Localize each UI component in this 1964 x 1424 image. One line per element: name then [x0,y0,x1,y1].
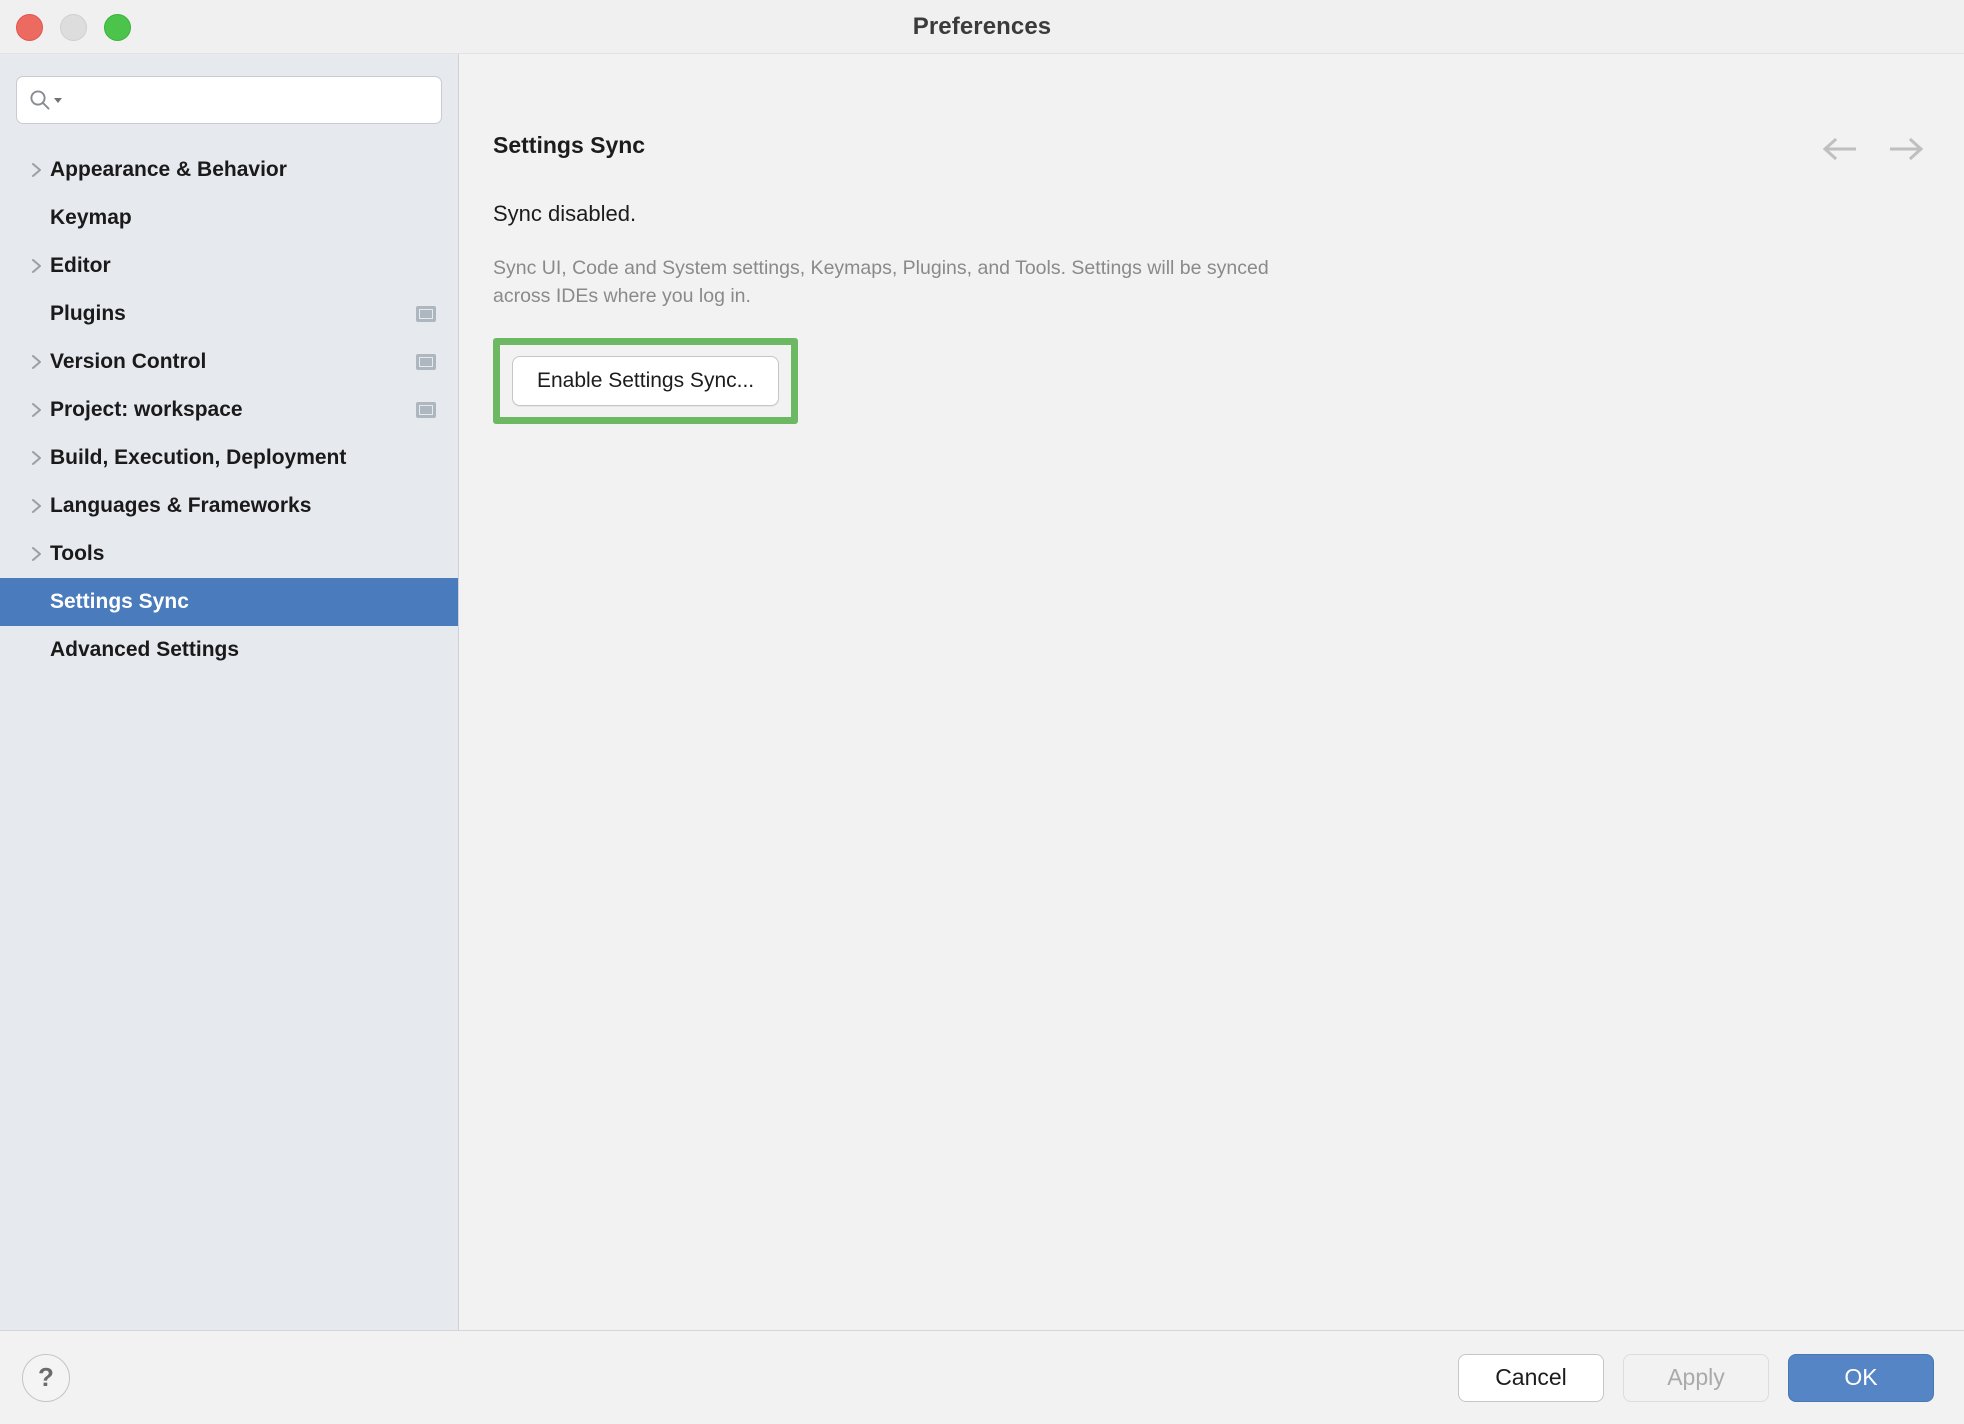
search-icon [29,89,63,111]
sidebar-item-label: Keymap [50,206,132,229]
sync-status-text: Sync disabled. [493,201,637,226]
search-wrapper [0,76,458,124]
chevron-right-icon[interactable] [24,545,50,563]
sidebar-item-project-workspace[interactable]: Project: workspace [0,386,458,434]
project-scope-icon [416,354,436,370]
settings-sidebar: Appearance & Behavior Keymap Editor Plug… [0,54,459,1330]
sidebar-item-version-control[interactable]: Version Control [0,338,458,386]
settings-tree: Appearance & Behavior Keymap Editor Plug… [0,146,458,674]
minimize-window-icon[interactable] [60,13,87,41]
sidebar-item-label: Project: workspace [50,398,243,421]
sidebar-item-label: Plugins [50,302,126,325]
sidebar-item-tools[interactable]: Tools [0,530,458,578]
sidebar-item-appearance-behavior[interactable]: Appearance & Behavior [0,146,458,194]
sidebar-item-plugins[interactable]: Plugins [0,290,458,338]
body-split: Appearance & Behavior Keymap Editor Plug… [0,54,1964,1331]
forward-arrow-icon[interactable] [1888,136,1926,167]
content-header: Settings Sync [493,132,1964,159]
sidebar-item-label: Appearance & Behavior [50,158,287,181]
sidebar-item-settings-sync[interactable]: Settings Sync [0,578,458,626]
footer-button-group: Cancel Apply OK [1458,1353,1934,1402]
project-scope-icon [416,306,436,322]
back-arrow-icon[interactable] [1820,136,1858,167]
apply-button[interactable]: Apply [1623,1353,1769,1402]
search-input[interactable] [69,89,429,111]
settings-detail-pane: Settings Sync Sync disabled. Sync UI, Co… [459,54,1964,1330]
title-bar: Preferences [0,0,1964,54]
sidebar-item-label: Advanced Settings [50,638,240,661]
chevron-right-icon[interactable] [24,449,50,467]
sidebar-item-keymap[interactable]: Keymap [0,194,458,242]
sidebar-item-languages-frameworks[interactable]: Languages & Frameworks [0,482,458,530]
sidebar-item-label: Version Control [50,350,207,373]
sidebar-item-build-execution-deployment[interactable]: Build, Execution, Deployment [0,434,458,482]
window-title: Preferences [912,12,1052,40]
help-button[interactable]: ? [22,1353,70,1402]
sync-description-text: Sync UI, Code and System settings, Keyma… [493,257,1269,307]
navigation-arrows [1820,136,1926,167]
traffic-light-group [16,0,131,54]
ok-button[interactable]: OK [1788,1353,1934,1402]
sidebar-item-label: Tools [50,542,105,565]
chevron-right-icon[interactable] [24,257,50,275]
sidebar-item-editor[interactable]: Editor [0,242,458,290]
enable-settings-sync-button[interactable]: Enable Settings Sync... [512,356,780,407]
sidebar-item-label: Languages & Frameworks [50,494,312,517]
maximize-window-icon[interactable] [104,13,131,41]
chevron-right-icon[interactable] [24,161,50,179]
sidebar-item-advanced-settings[interactable]: Advanced Settings [0,626,458,674]
search-dropdown-icon [54,98,62,103]
page-title: Settings Sync [493,132,646,158]
chevron-right-icon[interactable] [24,353,50,371]
preferences-window: Preferences Appearance & Behavior Keymap… [0,0,1964,1424]
enable-sync-highlight-annotation: Enable Settings Sync... [493,338,799,425]
chevron-right-icon[interactable] [24,401,50,419]
dialog-footer: ? Cancel Apply OK [0,1331,1964,1424]
cancel-button[interactable]: Cancel [1458,1353,1604,1402]
close-window-icon[interactable] [16,13,43,41]
search-box[interactable] [16,76,442,124]
sidebar-item-label: Build, Execution, Deployment [50,446,347,469]
project-scope-icon [416,402,436,418]
sidebar-item-label: Settings Sync [50,590,189,613]
sidebar-item-label: Editor [50,254,111,277]
chevron-right-icon[interactable] [24,497,50,515]
